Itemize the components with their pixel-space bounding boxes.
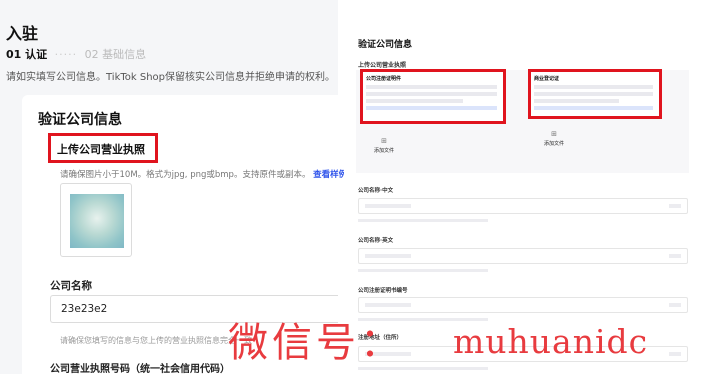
license-upload-box[interactable]: [60, 183, 132, 257]
input-placeholder: [365, 204, 411, 208]
input-note: [358, 318, 488, 321]
uploaded-license-thumbnail[interactable]: [70, 194, 124, 248]
requirement-line: [534, 92, 653, 96]
add-file-button-1[interactable]: ⊞ 添加文件: [364, 137, 404, 154]
company-name-label: 公司名称: [50, 280, 92, 292]
requirement-line: [366, 92, 497, 96]
input-note: [358, 219, 488, 222]
step-1-label[interactable]: 01 认证: [6, 48, 47, 61]
upload-icon: ⊞: [381, 137, 387, 145]
registered-address-label: 注册地址（住所）: [358, 335, 403, 341]
company-name-input[interactable]: 23e23e2: [50, 295, 338, 323]
view-sample-link[interactable]: 查看样例: [313, 170, 347, 180]
registration-number-input[interactable]: [358, 297, 688, 313]
company-name-hint: 请确保您填写的信息与您上传的营业执照信息完全一致: [60, 336, 252, 345]
upload-icon: ⊞: [551, 130, 557, 138]
upload-hint: 请确保图片小于10M。格式为jpg, png或bmp。支持原件或副本。 查看样例: [60, 168, 347, 180]
left-panel: 入驻 01 认证 ····· 02 基础信息 请如实填写公司信息。TikTok …: [0, 0, 347, 374]
input-note: [358, 269, 488, 272]
registration-doc-title: 公司注册证明件: [366, 76, 402, 82]
right-panel: 验证公司信息 上传公司营业执照 公司注册证明件 商业登记证 ⊞ 添加文件 ⊞ 添…: [344, 0, 705, 374]
section-title: 验证公司信息: [38, 112, 122, 128]
requirement-line: [534, 85, 653, 89]
char-counter: [669, 204, 681, 208]
upload-license-label: 上传公司营业执照: [48, 133, 158, 163]
add-file-label: 添加文件: [373, 148, 394, 154]
char-counter: [669, 303, 681, 307]
company-name-cn-input[interactable]: [358, 198, 688, 214]
company-name-en-label: 公司名称·英文: [358, 238, 394, 244]
registered-address-input[interactable]: [358, 346, 688, 362]
right-section-title: 验证公司信息: [358, 40, 413, 50]
right-upload-area: 公司注册证明件 商业登记证 ⊞ 添加文件 ⊞ 添加文件: [356, 69, 689, 173]
right-upload-title: 上传公司营业执照: [358, 62, 407, 69]
company-verify-card: 验证公司信息 上传公司营业执照 请确保图片小于10M。格式为jpg, png或b…: [22, 95, 347, 374]
step-2-label[interactable]: 02 基础信息: [85, 48, 147, 61]
char-counter: [669, 352, 681, 356]
input-placeholder: [365, 352, 411, 356]
requirement-line: [366, 85, 497, 89]
requirement-line: [366, 99, 463, 103]
upload-hint-text: 请确保图片小于10M。格式为jpg, png或bmp。支持原件或副本。: [60, 170, 311, 180]
input-note: [358, 367, 488, 370]
requirement-line: [534, 106, 653, 110]
company-name-en-input[interactable]: [358, 248, 688, 264]
page-hint: 请如实填写公司信息。TikTok Shop保留核实公司信息并拒绝申请的权利。: [6, 72, 336, 83]
page-title: 入驻: [6, 24, 39, 43]
char-counter: [669, 254, 681, 258]
business-reg-title: 商业登记证: [534, 76, 560, 82]
add-file-label: 添加文件: [543, 141, 564, 147]
add-file-button-2[interactable]: ⊞ 添加文件: [534, 130, 574, 147]
license-number-label: 公司营业执照号码（统一社会信用代码）: [50, 364, 230, 374]
requirement-line: [366, 106, 497, 110]
step-divider: ·····: [54, 48, 78, 61]
registration-number-label: 公司注册证明书编号: [358, 288, 408, 294]
company-name-cn-label: 公司名称·中文: [358, 188, 394, 194]
requirement-line: [534, 99, 619, 103]
step-indicator: 01 认证 ····· 02 基础信息: [6, 46, 146, 62]
input-placeholder: [365, 254, 411, 258]
input-placeholder: [365, 303, 411, 307]
registration-doc-requirements: 公司注册证明件: [360, 69, 506, 124]
business-reg-requirements: 商业登记证: [528, 69, 662, 119]
